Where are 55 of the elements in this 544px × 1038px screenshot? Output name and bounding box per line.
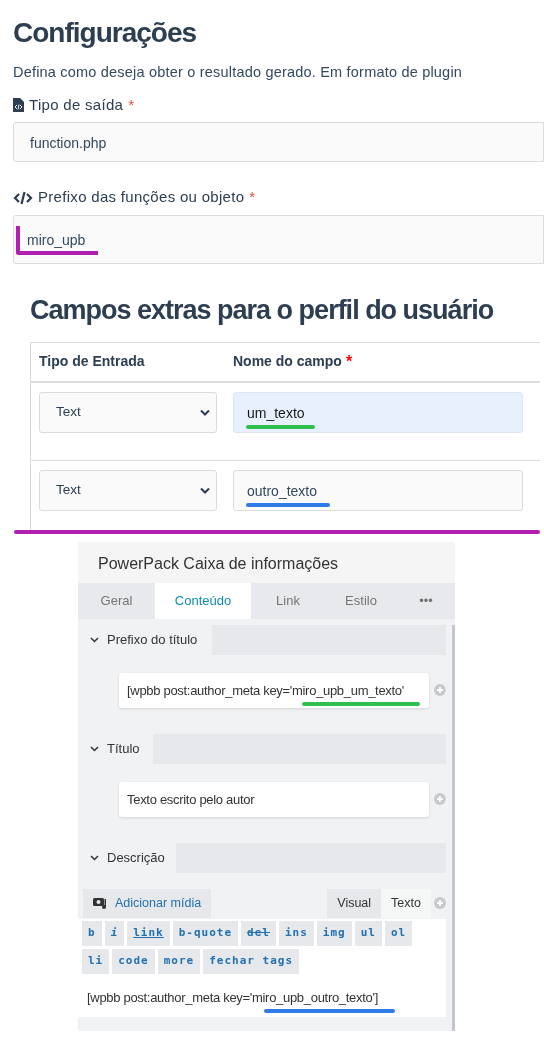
chevron-down-icon [90, 745, 99, 752]
tab[interactable]: Geral [78, 582, 155, 619]
chevron-down-icon [90, 854, 99, 861]
plus-circle-icon [434, 684, 446, 697]
quicktag-button[interactable]: b [82, 920, 102, 946]
quicktag-button[interactable]: del [241, 920, 276, 946]
tab[interactable]: ••• [397, 582, 455, 619]
quicktag-button[interactable]: b-quote [172, 920, 239, 946]
section-header[interactable]: Descrição [78, 842, 176, 873]
section-title: Campos extras para o perfil do usuário [30, 293, 494, 327]
quicktag-button[interactable]: ins [279, 920, 314, 946]
tab[interactable]: Estilo [325, 582, 397, 619]
select-dropdown[interactable]: Text [39, 469, 217, 511]
page-title: Configurações [13, 16, 197, 50]
quicktag-button[interactable]: img [316, 920, 352, 946]
text-field[interactable]: miro_upb [13, 214, 544, 264]
panel-title: PowerPack Caixa de informações [78, 541, 455, 583]
field-label: Prefixo das funções ou objeto [38, 187, 245, 208]
select-dropdown[interactable]: Text [39, 391, 217, 433]
quicktag-button[interactable]: ul [354, 920, 382, 946]
tab[interactable]: Conteúdo [155, 582, 251, 619]
quicktag-button[interactable]: i [104, 920, 125, 946]
editor-content: [wpbb post:author_meta key='miro_upb_outro_texto'] [78, 981, 446, 1018]
text-field[interactable]: outro_texto [233, 469, 523, 511]
quicktag-button[interactable]: code [112, 948, 155, 974]
section-header[interactable]: Prefixo do título [78, 624, 212, 655]
field-label: Tipo de saída [29, 94, 124, 115]
text-field[interactable]: [wpbb post:author_meta key='miro_upb_um_texto' [119, 672, 430, 708]
quicktag-button[interactable]: li [82, 948, 110, 974]
chevron-down-icon [200, 408, 210, 416]
section-header[interactable]: Título [78, 733, 153, 764]
text-field[interactable]: function.php [13, 122, 544, 163]
quicktag-button[interactable]: fechar tags [203, 948, 300, 974]
column-header: Nome do campo [233, 352, 342, 372]
required-asterisk: * [249, 187, 256, 208]
required-asterisk: * [128, 94, 135, 115]
quicktag-button[interactable]: link [127, 920, 170, 946]
description-text: Defina como deseja obter o resultado gerado. Em formato de plugin [13, 63, 464, 82]
column-header: Tipo de Entrada [39, 352, 145, 372]
text-field[interactable]: um_texto [233, 391, 523, 433]
text-field[interactable]: Texto escrito pelo autor [119, 781, 430, 817]
code-icon [13, 190, 33, 205]
quicktag-button[interactable]: more [157, 948, 201, 974]
media-icon [93, 896, 109, 911]
quicktag-button[interactable]: ol [385, 920, 413, 946]
mode-tab[interactable]: Visual [327, 888, 382, 918]
add-media-button[interactable]: Adicionar mídia [83, 888, 212, 918]
plus-circle-icon [434, 897, 446, 910]
mode-tab[interactable]: Texto [381, 888, 431, 918]
plus-circle-icon [434, 793, 446, 806]
chevron-down-icon [200, 486, 210, 494]
chevron-down-icon [90, 636, 99, 643]
code-file-icon [13, 98, 24, 112]
tab[interactable]: Link [251, 582, 325, 619]
required-asterisk: * [345, 351, 353, 372]
